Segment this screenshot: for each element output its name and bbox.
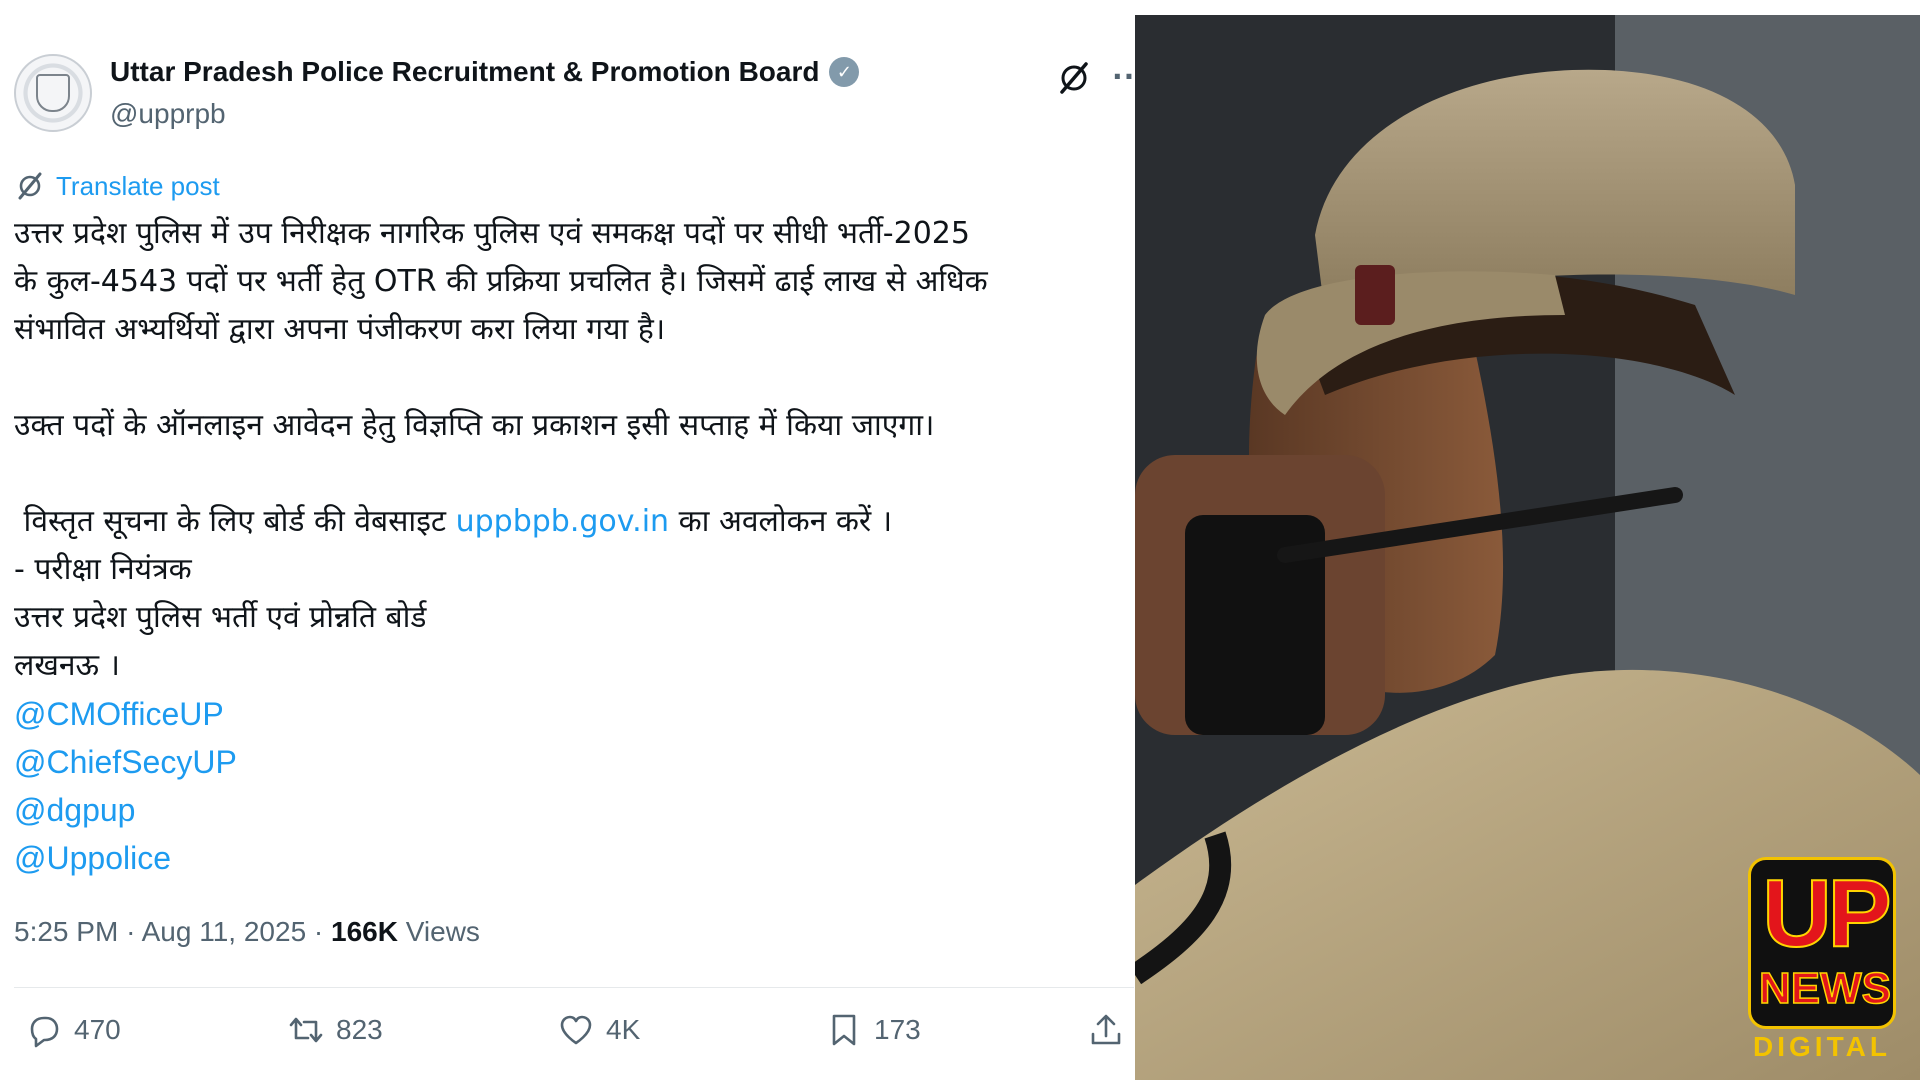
mention-link[interactable]: @dgpup <box>14 786 1124 834</box>
divider <box>14 987 1134 988</box>
website-link[interactable]: uppbpb.gov.in <box>456 504 669 539</box>
author-handle[interactable]: @upprpb <box>110 98 226 130</box>
body-line: संभावित अभ्यर्थियों द्वारा अपना पंजीकरण … <box>14 312 666 347</box>
share-button[interactable] <box>1086 1010 1126 1050</box>
body-line: के कुल-4543 पदों पर भर्ती हेतु OTR की प्… <box>14 264 988 299</box>
bookmark-button[interactable]: 173 <box>824 1010 921 1050</box>
reply-button[interactable]: 470 <box>24 1010 121 1050</box>
reply-count: 470 <box>74 1014 121 1045</box>
body-line: लखनऊ । <box>14 648 120 683</box>
up-news-digital-logo: UP NEWS DIGITAL <box>1748 857 1896 1067</box>
body-line: उक्त पदों के ऑनलाइन आवेदन हेतु विज्ञप्ति… <box>14 408 935 443</box>
like-count: 4K <box>606 1014 641 1045</box>
like-icon <box>560 1015 592 1045</box>
meta-separator: · <box>313 916 324 947</box>
tweet-time[interactable]: 5:25 PM <box>14 916 118 947</box>
body-text-segment: विस्तृत सूचना के लिए बोर्ड की वेबसाइट <box>14 504 456 539</box>
logo-box: UP NEWS <box>1748 857 1896 1029</box>
author-name[interactable]: Uttar Pradesh Police Recruitment & Promo… <box>110 56 819 88</box>
author-name-row: Uttar Pradesh Police Recruitment & Promo… <box>110 56 860 88</box>
tweet-header: Uttar Pradesh Police Recruitment & Promo… <box>14 54 1146 136</box>
translate-icon <box>18 172 42 200</box>
body-line: - परीक्षा नियंत्रक <box>14 552 192 587</box>
verified-badge-icon: ✓ <box>829 57 860 87</box>
translate-label: Translate post <box>56 170 220 201</box>
mention-link[interactable]: @Uppolice <box>14 834 1124 882</box>
tweet-card: Uttar Pradesh Police Recruitment & Promo… <box>0 0 1146 1080</box>
body-line-with-link: विस्तृत सूचना के लिए बोर्ड की वेबसाइट up… <box>14 498 1124 546</box>
avatar[interactable] <box>14 54 92 132</box>
views-count: 166K <box>331 916 398 947</box>
translate-post-link[interactable]: Translate post <box>14 170 220 202</box>
mention-link[interactable]: @CMOfficeUP <box>14 690 1124 738</box>
share-icon <box>1091 1014 1121 1045</box>
logo-digital-text: DIGITAL <box>1753 1031 1891 1062</box>
mention-link[interactable]: @ChiefSecyUP <box>14 738 1124 786</box>
tweet-meta: 5:25 PM · Aug 11, 2025 · 166K Views <box>14 916 480 948</box>
action-bar: 470 823 4K 173 <box>14 1010 1134 1060</box>
views-label: Views <box>405 916 480 947</box>
body-text-segment: का अवलोकन करें । <box>669 504 893 539</box>
body-line: उत्तर प्रदेश पुलिस में उप निरीक्षक नागरि… <box>14 216 970 251</box>
repost-button[interactable]: 823 <box>286 1010 383 1050</box>
tweet-body: उत्तर प्रदेश पुलिस में उप निरीक्षक नागरि… <box>14 210 1124 882</box>
tweet-date[interactable]: Aug 11, 2025 <box>142 916 307 947</box>
like-button[interactable]: 4K <box>556 1010 640 1050</box>
repost-count: 823 <box>336 1014 383 1045</box>
logo-news-text: NEWS <box>1758 963 1892 1014</box>
reply-icon <box>30 1016 59 1048</box>
bookmark-count: 173 <box>874 1014 921 1045</box>
repost-icon <box>289 1017 323 1043</box>
body-line: उत्तर प्रदेश पुलिस भर्ती एवं प्रोन्नति ब… <box>14 600 427 635</box>
meta-separator: · <box>126 916 136 947</box>
logo-up-text: UP <box>1761 860 1892 967</box>
police-emblem-icon <box>36 74 70 112</box>
bookmark-icon <box>832 1014 856 1046</box>
grok-icon[interactable] <box>1054 58 1094 98</box>
